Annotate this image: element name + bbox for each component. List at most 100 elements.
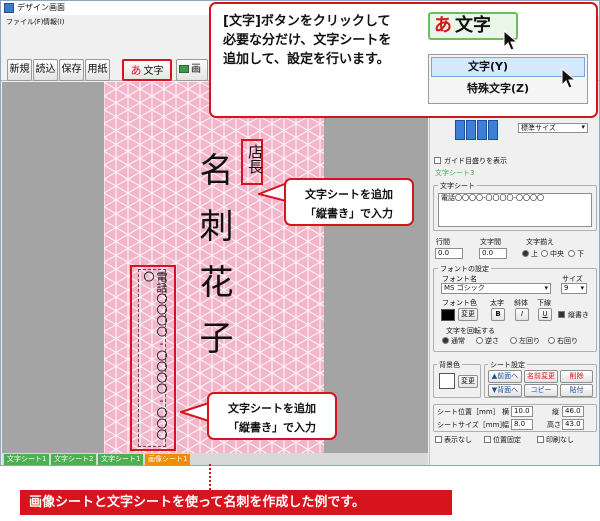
menu-item-special-text-label: 特殊文字(Z) <box>467 82 530 95</box>
window-title: デザイン画面 <box>17 3 65 12</box>
menu-item-text-label: 文字(Y) <box>468 60 509 73</box>
preview-cell <box>466 120 476 140</box>
background-swatch[interactable] <box>439 373 455 389</box>
vertical-label: 縦書き <box>568 311 589 319</box>
align-top-radio[interactable] <box>522 250 529 257</box>
open-button[interactable]: 読込 <box>33 59 58 81</box>
underline-label: 下線 <box>537 299 551 307</box>
callout-line-1: [文字]ボタンをクリックして <box>223 14 391 29</box>
sheet-settings-title: シート設定 <box>488 360 527 370</box>
rotate-right-radio[interactable] <box>548 337 555 344</box>
char-spacing-input[interactable]: 0.0 <box>479 248 507 259</box>
align-bottom-label: 下 <box>577 250 584 258</box>
upper-callout-line-1: 文字シートを追加 <box>305 188 393 201</box>
hide-checkbox[interactable] <box>435 436 442 443</box>
property-panel: 標準サイズ ▾ ガイド目盛りを表示 文字シート3 文字シート 電話〇〇〇〇-〇〇… <box>429 82 599 465</box>
rotate-reverse-label: 逆さ <box>485 337 499 345</box>
lock-checkbox[interactable] <box>484 436 491 443</box>
position-group: シート位置［mm］ 横 10.0 縦 46.0 シートサイズ［mm］ 幅 8.0… <box>433 404 597 432</box>
text-button[interactable]: あ文字 <box>122 59 172 81</box>
rotate-label: 文字を回転する <box>446 327 495 335</box>
h-label: 高さ <box>547 421 561 429</box>
upper-callout-line-2: 「縦書き」で入力 <box>305 207 393 220</box>
font-name-select[interactable]: MS ゴシック ▾ <box>441 283 551 294</box>
paper-button[interactable]: 用紙 <box>85 59 110 81</box>
w-input[interactable]: 8.0 <box>511 419 533 430</box>
guide-label: ガイド目盛りを表示 <box>444 157 507 165</box>
background-group-title: 背景色 <box>437 360 462 370</box>
rotate-right-label: 右回り <box>557 337 578 345</box>
mouse-cursor-icon <box>503 30 519 51</box>
size-select-value: 標準サイズ <box>521 124 556 132</box>
top-callout: [文字]ボタンをクリックして 必要な分だけ、文字シートを 追加して、設定を行いま… <box>209 2 598 118</box>
chevron-down-icon: ▾ <box>544 284 548 292</box>
phone-text-box[interactable]: 電話〇〇〇〇-〇〇〇〇-〇〇〇〇 <box>130 265 176 451</box>
sheet-tab-text-3[interactable]: 文字シート1 <box>98 454 144 465</box>
background-change-button[interactable]: 変更 <box>458 375 478 388</box>
text-input[interactable]: 電話〇〇〇〇-〇〇〇〇-〇〇〇〇 <box>438 193 592 227</box>
size-select[interactable]: 標準サイズ ▾ <box>518 123 588 133</box>
vertical-checkbox[interactable] <box>558 311 565 318</box>
char-spacing-label: 文字間 <box>480 238 501 246</box>
y-input[interactable]: 46.0 <box>562 406 584 417</box>
card-title: 店長 <box>246 144 264 174</box>
y-label: 縦 <box>552 408 559 416</box>
rotate-normal-radio[interactable] <box>442 337 449 344</box>
menu-file[interactable]: ファイル(F) <box>6 17 44 27</box>
preview-cell <box>455 120 465 140</box>
underline-button[interactable]: U <box>538 308 552 321</box>
callout-line-3: 追加して、設定を行います。 <box>223 52 390 67</box>
sheet-preview <box>455 120 500 142</box>
bottom-caption: 画像シートと文字シートを使って名刺を作成した例です。 <box>20 490 452 515</box>
h-input[interactable]: 43.0 <box>562 419 584 430</box>
font-color-change-button[interactable]: 変更 <box>458 308 478 321</box>
new-button[interactable]: 新規 <box>7 59 32 81</box>
sheet-tab-text-2[interactable]: 文字シート2 <box>51 454 97 465</box>
font-size-select[interactable]: 9 ▾ <box>561 283 587 294</box>
sheet-settings-group: シート設定 ▲前面へ 名前変更 削除 ▼背面へ コピー 貼付 <box>484 360 597 398</box>
align-bottom-radio[interactable] <box>568 250 575 257</box>
text-glyph-icon: あ <box>130 64 142 77</box>
preview-cell <box>477 120 487 140</box>
copy-button[interactable]: コピー <box>524 384 558 397</box>
preview-cell <box>488 120 498 140</box>
font-size-value: 9 <box>564 284 569 292</box>
font-group: フォントの設定 フォント名 MS ゴシック ▾ サイズ 9 ▾ フォント色 太字… <box>433 264 597 352</box>
bold-button[interactable]: B <box>491 308 505 321</box>
paste-button[interactable]: 貼付 <box>560 384 593 397</box>
chevron-down-icon: ▾ <box>581 123 585 131</box>
popup-text-glyph-icon: あ <box>434 15 452 36</box>
align-center-label: 中央 <box>550 250 564 258</box>
rotate-left-radio[interactable] <box>510 337 517 344</box>
popup-text-button-label: 文字 <box>455 15 491 36</box>
font-color-swatch[interactable] <box>441 309 455 321</box>
align-center-radio[interactable] <box>541 250 548 257</box>
sheet-tab-image-1[interactable]: 画像シート1 <box>145 454 191 465</box>
x-input[interactable]: 10.0 <box>511 406 533 417</box>
rotate-reverse-radio[interactable] <box>476 337 483 344</box>
guide-checkbox[interactable] <box>434 157 441 164</box>
line-spacing-input[interactable]: 0.0 <box>435 248 463 259</box>
save-button[interactable]: 保存 <box>59 59 84 81</box>
lock-label: 位置固定 <box>493 436 521 444</box>
image-icon <box>179 65 189 73</box>
lower-callout-line-2: 「縦書き」で入力 <box>228 421 316 434</box>
image-button[interactable]: 画像 <box>176 59 208 95</box>
text-button-label: 文字 <box>143 66 164 77</box>
font-color-label: フォント色 <box>442 299 477 307</box>
menu-info[interactable]: 情報(I) <box>43 17 65 27</box>
noprint-label: 印刷なし <box>546 436 574 444</box>
noprint-checkbox[interactable] <box>537 436 544 443</box>
sheet-tab-text-1[interactable]: 文字シート1 <box>4 454 50 465</box>
delete-button[interactable]: 削除 <box>560 370 593 383</box>
app-icon <box>4 3 14 13</box>
text-sheet-group: 文字シート 電話〇〇〇〇-〇〇〇〇-〇〇〇〇 <box>433 181 597 231</box>
rename-button[interactable]: 名前変更 <box>524 370 558 383</box>
to-back-button[interactable]: ▼背面へ <box>488 384 522 397</box>
lower-callout-line-1: 文字シートを追加 <box>228 402 316 415</box>
line-spacing-label: 行間 <box>436 238 450 246</box>
callout-line-2: 必要な分だけ、文字シートを <box>223 33 392 48</box>
to-front-button[interactable]: ▲前面へ <box>488 370 522 383</box>
italic-button[interactable]: I <box>515 308 529 321</box>
title-text-box[interactable]: 店長 <box>241 139 264 185</box>
